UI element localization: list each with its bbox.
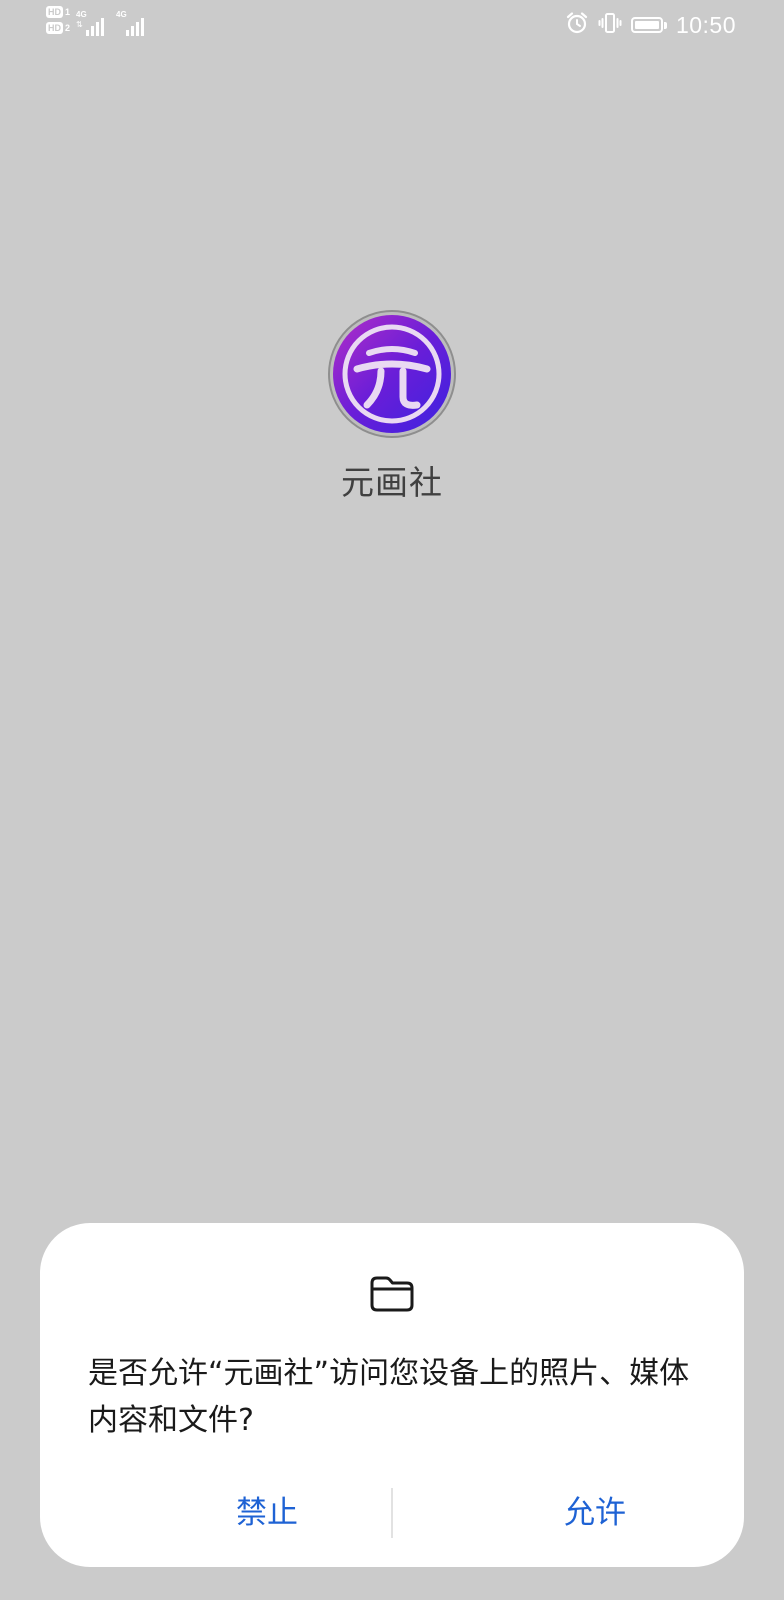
signal-bars [126, 16, 145, 36]
sim1-indicator: HD 1 [46, 6, 70, 18]
app-logo-icon [327, 309, 457, 439]
sim-number: 1 [65, 7, 71, 17]
folder-icon [368, 1274, 416, 1314]
alarm-icon [565, 11, 589, 39]
sim2-indicator: HD 2 [46, 22, 70, 34]
permission-dialog: 是否允许“元画社”访问您设备上的照片、媒体内容和文件? 禁止 允许 [40, 1223, 744, 1567]
status-bar-right: 10:50 [565, 10, 736, 40]
hd-badge: HD [46, 22, 63, 34]
clock: 10:50 [675, 11, 736, 38]
vibrate-icon [598, 11, 622, 39]
app-name: 元画社 [341, 463, 443, 502]
signal-bars [86, 16, 105, 36]
hd-badge: HD [46, 6, 63, 18]
permission-message: 是否允许“元画社”访问您设备上的照片、媒体内容和文件? [88, 1356, 690, 1438]
signal-icon: 4G ⇅ [76, 6, 110, 36]
allow-button[interactable]: 允许 [470, 1485, 720, 1541]
data-activity-icon: ⇅ [76, 20, 83, 29]
status-bar: HD 1 HD 2 4G ⇅ 4G 10:50 [0, 0, 784, 52]
battery-icon [630, 17, 667, 33]
button-divider [391, 1488, 393, 1538]
deny-button[interactable]: 禁止 [142, 1485, 392, 1541]
signal-icon: 4G [116, 6, 150, 36]
sim-number: 2 [65, 23, 71, 33]
status-bar-left: HD 1 HD 2 4G ⇅ 4G [46, 6, 150, 46]
sim-indicators: HD 1 HD 2 [46, 6, 70, 34]
